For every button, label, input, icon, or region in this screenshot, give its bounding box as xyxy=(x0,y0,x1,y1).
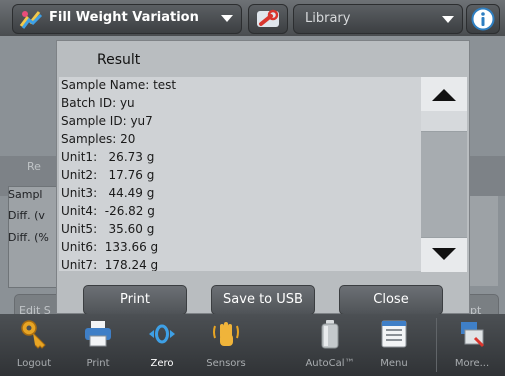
application-selector[interactable]: Fill Weight Variation xyxy=(12,4,242,34)
print-button[interactable]: Print xyxy=(83,285,187,315)
result-line: Unit4: -26.82 g xyxy=(61,204,155,218)
zero-icon xyxy=(149,324,175,344)
toolbar-label: Menu xyxy=(380,358,408,369)
info-icon xyxy=(471,7,495,31)
settings-wrench-button[interactable] xyxy=(248,4,288,34)
toolbar-label: More... xyxy=(454,358,490,369)
scroll-thumb[interactable] xyxy=(421,111,467,132)
result-line: Unit1: 26.73 g xyxy=(61,150,155,164)
hand-sensor-icon xyxy=(213,322,239,346)
result-line: Unit6: 133.66 g xyxy=(61,240,159,254)
background-row-1: Sampl xyxy=(8,188,43,201)
chevron-down-icon xyxy=(442,16,454,23)
save-to-usb-button[interactable]: Save to USB xyxy=(211,285,315,315)
printer-icon xyxy=(85,321,111,347)
background-tab-text: Re xyxy=(27,160,41,173)
calibration-weight-icon xyxy=(321,320,339,349)
result-line: Sample ID: yu7 xyxy=(61,114,153,128)
wrench-icon xyxy=(257,9,279,27)
result-line: Sample Name: test xyxy=(61,78,177,92)
bottom-toolbar: Logout Print Zero Sensors AutoCal™ Menu … xyxy=(0,314,505,376)
result-content: Sample Name: test Batch ID: yu Sample ID… xyxy=(59,77,421,271)
result-line: Samples: 20 xyxy=(61,132,136,146)
background-right-panel xyxy=(468,196,498,286)
background-row-2: Diff. (v xyxy=(8,209,45,222)
result-line: Unit3: 44.49 g xyxy=(61,186,155,200)
more-tools-icon xyxy=(461,322,485,348)
toolbar-more[interactable]: More... xyxy=(442,314,502,376)
toolbar-zero[interactable]: Zero xyxy=(132,314,192,376)
background-row-3: Diff. (% xyxy=(8,231,49,244)
result-line: Unit7: 178.24 g xyxy=(61,258,159,271)
toolbar-label: Sensors xyxy=(206,358,246,369)
toolbar-print[interactable]: Print xyxy=(68,314,128,376)
close-button[interactable]: Close xyxy=(339,285,443,315)
toolbar-label: Logout xyxy=(16,358,52,369)
chevron-down-icon xyxy=(221,15,233,22)
scroll-up-button[interactable] xyxy=(421,77,467,112)
toolbar-menu[interactable]: Menu xyxy=(364,314,424,376)
scroll-down-button[interactable] xyxy=(421,237,467,272)
toolbar-autocal[interactable]: AutoCal™ xyxy=(300,314,360,376)
menu-list-icon xyxy=(381,320,407,348)
library-selector[interactable]: Library xyxy=(293,4,463,34)
dialog-title: Result xyxy=(97,52,141,68)
toolbar-label: Print xyxy=(86,358,110,369)
result-line: Unit2: 17.76 g xyxy=(61,168,155,182)
toolbar-sensors[interactable]: Sensors xyxy=(196,314,256,376)
toolbar-label: AutoCal™ xyxy=(305,358,355,369)
vertical-scrollbar[interactable] xyxy=(421,77,467,272)
toolbar-separator xyxy=(436,318,437,372)
top-bar: Fill Weight Variation Library xyxy=(0,0,505,36)
library-label: Library xyxy=(305,11,351,26)
application-icon xyxy=(19,11,43,29)
arrow-up-icon xyxy=(432,89,456,101)
result-dialog: Result Sample Name: test Batch ID: yu Sa… xyxy=(56,40,470,315)
key-icon xyxy=(21,320,46,349)
arrow-down-icon xyxy=(432,248,456,260)
toolbar-logout[interactable]: Logout xyxy=(4,314,64,376)
result-line: Batch ID: yu xyxy=(61,96,135,110)
info-button[interactable] xyxy=(466,4,500,34)
application-title: Fill Weight Variation xyxy=(49,10,199,25)
result-line: Unit5: 35.60 g xyxy=(61,222,155,236)
toolbar-label: Zero xyxy=(150,358,174,369)
